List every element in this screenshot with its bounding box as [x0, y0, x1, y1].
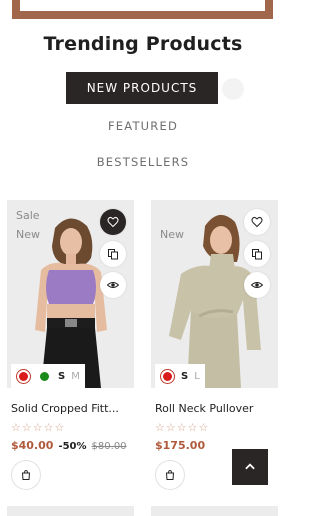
rating-stars: ☆☆☆☆☆ — [11, 421, 66, 434]
eye-icon — [251, 282, 263, 288]
chevron-up-icon — [245, 463, 255, 470]
variant-bar: S M — [11, 364, 85, 388]
price-row: $40.00 -50% $80.00 — [7, 439, 134, 452]
compare-icon — [252, 249, 262, 260]
tab-bestsellers[interactable]: BESTSELLERS — [0, 155, 286, 169]
old-price: $80.00 — [91, 441, 127, 452]
product-name[interactable]: Roll Neck Pullover — [151, 402, 278, 415]
color-swatch-red[interactable] — [160, 368, 175, 384]
add-to-cart-button[interactable] — [11, 460, 41, 490]
discount-label: -50% — [58, 441, 87, 452]
add-to-cart-button[interactable] — [155, 460, 185, 490]
top-banner-inner — [20, 0, 265, 11]
product-image[interactable]: Sale New S M — [7, 200, 134, 388]
sale-badge: Sale — [16, 209, 40, 222]
compare-button[interactable] — [244, 241, 270, 267]
size-option[interactable]: S — [181, 371, 188, 382]
compare-icon — [108, 249, 118, 260]
eye-icon — [107, 282, 119, 288]
product-card[interactable]: New S L Roll Neck Pullover ☆☆☆☆☆ $175.00 — [151, 200, 278, 490]
swatch-dot — [163, 371, 172, 381]
swatch-dot — [19, 371, 28, 381]
color-swatch-green[interactable] — [37, 369, 52, 384]
product-card-peek — [151, 506, 278, 516]
variant-bar: S L — [155, 364, 205, 388]
product-name[interactable]: Solid Cropped Fitt... — [7, 402, 134, 415]
heart-icon — [251, 216, 263, 228]
new-badge: New — [16, 228, 40, 241]
section-title: Trending Products — [43, 33, 243, 55]
tab-new-products[interactable]: NEW PRODUCTS — [66, 72, 218, 104]
cart-icon — [21, 469, 31, 480]
tab-hover-indicator — [222, 78, 244, 100]
product-card-peek — [7, 506, 134, 516]
quick-view-button[interactable] — [100, 272, 126, 298]
compare-button[interactable] — [100, 241, 126, 267]
rating-stars: ☆☆☆☆☆ — [155, 421, 210, 434]
size-option[interactable]: S — [58, 371, 65, 382]
swatch-dot — [40, 371, 49, 381]
product-card[interactable]: Sale New S M Solid Cropped Fitt... ☆☆☆☆☆… — [7, 200, 134, 490]
product-image[interactable]: New S L — [151, 200, 278, 388]
tab-featured[interactable]: FEATURED — [0, 119, 286, 133]
size-option[interactable]: M — [71, 371, 80, 382]
top-banner — [12, 0, 273, 19]
wishlist-button[interactable] — [244, 209, 270, 235]
heart-icon — [107, 216, 119, 228]
size-option[interactable]: L — [194, 371, 200, 382]
product-price: $40.00 — [11, 439, 54, 452]
product-price: $175.00 — [155, 439, 206, 452]
color-swatch-red[interactable] — [16, 368, 31, 384]
wishlist-button[interactable] — [100, 209, 126, 235]
back-to-top-button[interactable] — [232, 449, 268, 485]
cart-icon — [165, 469, 175, 480]
quick-view-button[interactable] — [244, 272, 270, 298]
new-badge: New — [160, 228, 184, 241]
